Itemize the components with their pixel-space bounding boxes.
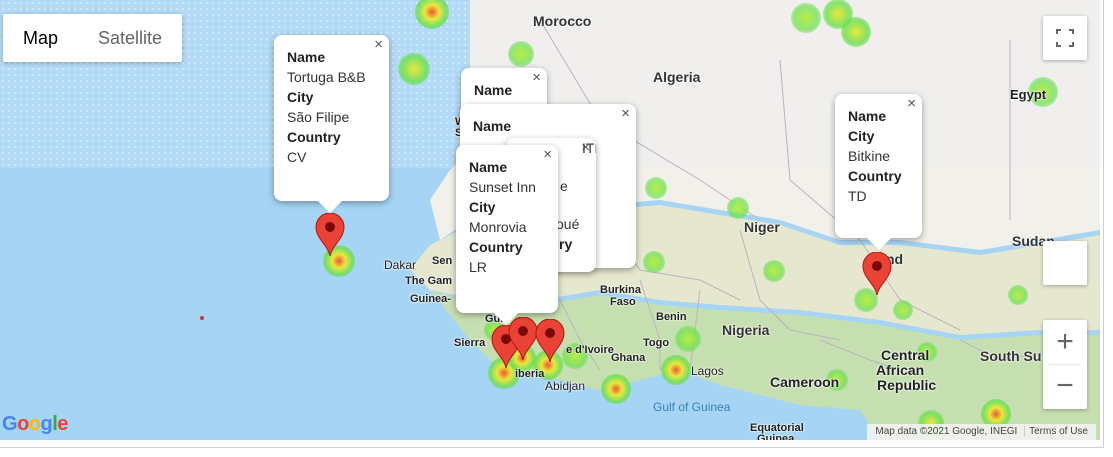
close-icon[interactable]: × (907, 96, 916, 112)
info-value-city: Monrovia (469, 219, 527, 235)
label-ghana: Ghana (611, 352, 646, 364)
label-liberia: iberia (515, 368, 545, 380)
info-label-country: Country (287, 129, 341, 145)
label-algeria: Algeria (653, 69, 701, 85)
label-car-1: Central (881, 347, 930, 363)
info-label-country: Country (469, 239, 523, 255)
terms-of-use-link[interactable]: Terms of Use (1024, 426, 1092, 437)
map-canvas[interactable]: Morocco Algeria Egypt Niger nd Sudan Dak… (0, 0, 1100, 440)
info-value-city: São Filipe (287, 109, 350, 125)
info-label: Name (473, 118, 512, 134)
zoom-in-button[interactable]: + (1043, 320, 1087, 364)
google-logo[interactable]: Google (2, 413, 68, 436)
logo-letter: o (28, 413, 41, 435)
label-benin: Benin (656, 311, 687, 323)
label-niger: Niger (744, 219, 780, 235)
info-value-name: Tortuga B&B (287, 69, 366, 85)
info-window-sunset-inn[interactable]: Name Sunset Inn City Monrovia Country LR… (456, 145, 558, 325)
info-label-name: Name (469, 159, 508, 175)
map-marker[interactable] (315, 212, 345, 257)
info-tail (867, 238, 891, 250)
info-label-name: Name (848, 108, 887, 124)
zoom-control: + − (1043, 320, 1087, 409)
map-type-map-button[interactable]: Map (3, 14, 78, 62)
logo-letter: g (40, 413, 53, 435)
label-senegal: Sen (432, 255, 453, 267)
label-eq-guinea: Guinea (757, 433, 795, 440)
label-south-sudan: South Su (980, 348, 1042, 364)
map-dot (200, 316, 204, 320)
pegman-button[interactable] (1043, 241, 1087, 285)
info-label-city: City (287, 89, 314, 105)
info-label-country: Country (848, 168, 902, 184)
close-icon[interactable]: × (621, 106, 630, 122)
label-guinea-bissau: Guinea- (410, 293, 451, 305)
info-tail (494, 313, 518, 325)
label-gambia: The Gam (405, 275, 453, 287)
info-tail (318, 201, 342, 213)
label-sierra: Sierra (454, 337, 486, 349)
label-cote-divoire: e d'Ivoire (566, 344, 614, 356)
label-car-3: Republic (877, 377, 937, 393)
close-icon[interactable]: × (581, 140, 590, 156)
label-faso: Faso (610, 296, 636, 308)
info-label-name: Name (287, 49, 326, 65)
label-lagos: Lagos (691, 364, 724, 378)
label-cameroon: Cameroon (770, 374, 840, 390)
logo-letter: e (57, 413, 68, 435)
info-value-country: CV (287, 149, 307, 165)
close-icon[interactable]: × (543, 147, 552, 163)
label-car-2: African (876, 362, 925, 378)
map-data-text: Map data ©2021 Google, INEGI (875, 426, 1018, 437)
zoom-out-button[interactable]: − (1043, 365, 1087, 409)
label-dakar: Dakar (384, 258, 417, 272)
map-type-control: Map Satellite (3, 14, 183, 62)
info-fragment: e (560, 178, 568, 194)
map-type-satellite-button[interactable]: Satellite (78, 14, 182, 62)
label-gulf-of-guinea: Gulf of Guinea (653, 400, 731, 414)
info-label-city: City (848, 128, 875, 144)
info-fragment: ry (559, 236, 573, 252)
logo-letter: o (17, 413, 29, 435)
label-morocco: Morocco (533, 13, 592, 29)
fullscreen-button[interactable] (1043, 16, 1087, 60)
label-abidjan: Abidjan (545, 379, 586, 393)
close-icon[interactable]: × (532, 70, 541, 86)
info-value-country: TD (848, 188, 867, 204)
label-nigeria: Nigeria (722, 322, 770, 338)
label-egypt: Egypt (1010, 87, 1047, 102)
fullscreen-icon (1056, 29, 1074, 47)
map-attribution: Map data ©2021 Google, INEGI Terms of Us… (867, 424, 1096, 440)
map-marker[interactable] (862, 251, 892, 296)
label-burkina: Burkina (600, 284, 641, 296)
info-window-tortuga[interactable]: Name Tortuga B&B City São Filipe Country… (274, 35, 389, 213)
info-label: Name (474, 82, 513, 98)
close-icon[interactable]: × (374, 37, 383, 53)
info-fragment: oué (556, 216, 580, 232)
map-marker[interactable] (535, 318, 565, 363)
label-togo: Togo (643, 337, 670, 349)
info-value-country: LR (469, 259, 487, 275)
info-label-city: City (469, 199, 496, 215)
info-value-name: Bitkine (848, 148, 891, 164)
info-window-bitkine[interactable]: Name City Bitkine Country TD × (835, 94, 922, 250)
logo-letter: G (2, 413, 18, 435)
info-value-name: Sunset Inn (469, 179, 536, 195)
